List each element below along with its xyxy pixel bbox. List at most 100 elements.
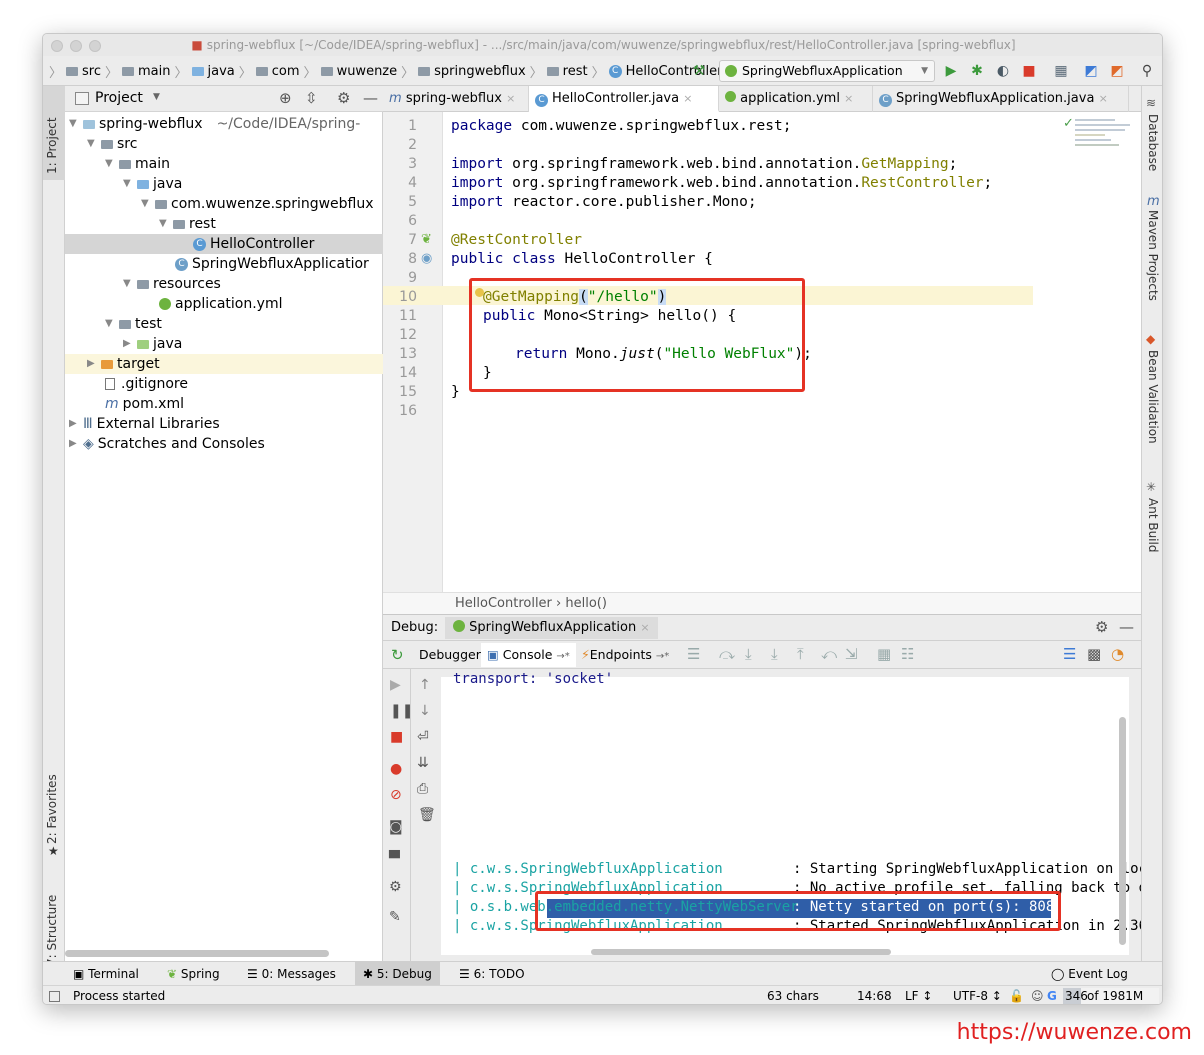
trace-icon[interactable]: ☷ — [901, 645, 914, 663]
minimize-window-button[interactable] — [70, 40, 82, 52]
force-step-into-icon[interactable]: ⤓ — [771, 645, 778, 663]
close-window-button[interactable] — [51, 40, 63, 52]
tab-debug[interactable]: ✱ 5: Debug — [355, 962, 440, 986]
close-tab-icon[interactable]: × — [683, 92, 692, 105]
run-config-select[interactable]: SpringWebfluxApplication ▼ — [719, 60, 935, 82]
close-tab-icon[interactable]: × — [1099, 92, 1108, 105]
layout-icon[interactable]: ☰ — [1063, 645, 1076, 663]
tab-todo[interactable]: ☰ 6: TODO — [459, 962, 525, 986]
pause-icon[interactable]: ❚❚ — [390, 703, 413, 719]
event-log-button[interactable]: ◯ Event Log — [1051, 962, 1128, 986]
tab-spring[interactable]: ❦ Spring — [167, 962, 220, 986]
code-editor[interactable]: ✓ package com.wuwenze.springwebflux.rest… — [443, 112, 1141, 592]
scroll-to-end-icon[interactable]: ⇊ — [417, 755, 429, 771]
stop-icon[interactable]: ■ — [390, 729, 403, 745]
clear-all-icon[interactable]: 🗑 — [418, 807, 436, 823]
expand-arrow-icon[interactable]: ▼ — [141, 194, 155, 214]
favorites-tool-label[interactable]: 2: Favorites — [45, 774, 59, 844]
tree-item-package[interactable]: ▼ com.wuwenze.springwebflux — [141, 194, 374, 214]
frames-icon[interactable]: ☰ — [687, 645, 700, 663]
gear-icon[interactable]: ⚙ — [337, 89, 350, 107]
tree-item-target[interactable]: ▶ target — [87, 354, 160, 374]
collapse-arrow-icon[interactable]: ▶ — [69, 434, 83, 454]
tab-endpoints[interactable]: ⚡Endpoints →* — [581, 647, 669, 662]
zoom-window-button[interactable] — [89, 40, 101, 52]
minimap[interactable] — [1075, 116, 1135, 160]
crumb-hellocontroller[interactable]: HelloController — [626, 64, 723, 79]
run-icon[interactable]: ▶ — [943, 63, 959, 79]
build-hammer-icon[interactable]: ⚒ — [691, 63, 707, 79]
mute-breakpoints-icon[interactable]: ⊘ — [390, 787, 402, 803]
project-view-select[interactable]: Project — [95, 90, 143, 106]
tree-item-scratches[interactable]: ▶ ◈ Scratches and Consoles — [69, 434, 265, 454]
expand-arrow-icon[interactable]: ▼ — [123, 174, 137, 194]
crumb-springwebflux[interactable]: springwebflux — [434, 64, 525, 79]
collapse-arrow-icon[interactable]: ▶ — [87, 354, 101, 374]
tree-item-external-libraries[interactable]: ▶ Ⅲ External Libraries — [69, 414, 220, 434]
locate-icon[interactable]: ⊕ — [279, 89, 292, 107]
memory-icon[interactable]: ◔ — [1111, 645, 1124, 663]
close-tab-icon[interactable]: × — [640, 621, 649, 634]
tab-messages[interactable]: ☰ 0: Messages — [247, 962, 336, 986]
tree-item-main[interactable]: ▼ main — [105, 154, 170, 174]
restore-layout-icon[interactable]: ▩ — [1087, 645, 1101, 663]
project-tool-label[interactable]: 1: Project — [45, 117, 59, 174]
expand-arrow-icon[interactable]: ▼ — [69, 114, 83, 134]
chevron-down-icon[interactable]: ▼ — [153, 92, 160, 102]
plugin-icon[interactable]: ◩ — [1109, 63, 1125, 79]
rerun-icon[interactable]: ↻ — [391, 646, 404, 664]
tree-item-pom[interactable]: m pom.xml — [105, 394, 184, 414]
resume-icon[interactable]: ▶ — [390, 677, 401, 693]
spring-bean-gutter-icon[interactable]: ◉ — [421, 251, 432, 266]
layout-icon[interactable]: ▀ — [389, 851, 400, 867]
maven-tool-label[interactable]: Maven Projects — [1146, 210, 1160, 301]
step-into-icon[interactable]: ⤓ — [745, 645, 752, 663]
horizontal-scrollbar[interactable] — [591, 949, 891, 955]
expand-arrow-icon[interactable]: ▼ — [87, 134, 101, 154]
view-breakpoints-icon[interactable]: ● — [390, 761, 402, 777]
collapse-all-icon[interactable]: ⇳ — [305, 89, 318, 107]
google-icon[interactable]: G — [1047, 986, 1057, 1004]
tab-application-yml[interactable]: application.yml × — [719, 86, 873, 112]
tree-item-project-root[interactable]: ▼ spring-webflux ~/Code/IDEA/spring- — [69, 114, 360, 134]
drop-frame-icon[interactable]: ⤺ — [821, 645, 837, 663]
tab-spring-webflux[interactable]: m spring-webflux × — [383, 86, 529, 112]
run-to-cursor-icon[interactable]: ⇲ — [845, 645, 858, 663]
expand-arrow-icon[interactable]: ▼ — [105, 314, 119, 334]
close-tab-icon[interactable]: × — [506, 92, 515, 105]
structure-tool-label[interactable]: 7: Structure — [45, 895, 59, 966]
crumb-src[interactable]: src — [82, 64, 101, 79]
pin-icon[interactable]: ✎ — [389, 909, 401, 925]
camera-icon[interactable]: ◙ — [389, 819, 403, 835]
crumb-wuwenze[interactable]: wuwenze — [337, 64, 398, 79]
soft-wrap-icon[interactable]: ⏎ — [417, 729, 429, 745]
hide-icon[interactable]: — — [363, 89, 378, 107]
hide-icon[interactable]: — — [1119, 618, 1134, 636]
search-icon[interactable]: ⚲ — [1139, 63, 1155, 79]
console-output[interactable]: transport: 'socket' | c.w.s.SpringWebflu… — [441, 671, 1147, 955]
memory-indicator[interactable]: 346 of 1981M — [1063, 988, 1159, 1004]
tab-springwebfluxapplication[interactable]: C SpringWebfluxApplication.java × — [873, 86, 1129, 112]
collapse-arrow-icon[interactable]: ▶ — [69, 414, 83, 434]
crumb-com[interactable]: com — [272, 64, 300, 79]
inspector-icon[interactable]: ☺ — [1031, 986, 1044, 1004]
expand-arrow-icon[interactable]: ▼ — [159, 214, 173, 234]
close-tab-icon[interactable]: × — [844, 92, 853, 105]
tab-hellocontroller[interactable]: C HelloController.java × — [529, 86, 719, 112]
project-structure-icon[interactable]: ▦ — [1053, 63, 1069, 79]
step-out-icon[interactable]: ⤒ — [797, 645, 804, 663]
tree-item-src[interactable]: ▼ src — [87, 134, 137, 154]
gear-icon[interactable]: ⚙ — [1095, 618, 1108, 636]
ant-build-tool-label[interactable]: Ant Build — [1146, 498, 1160, 552]
tree-item-resources[interactable]: ▼ resources — [123, 274, 221, 294]
debug-icon[interactable]: ✱ — [969, 63, 985, 79]
crumb-java[interactable]: java — [208, 64, 235, 79]
tree-item-gitignore[interactable]: .gitignore — [105, 374, 188, 394]
step-over-icon[interactable]: ⤼ — [719, 645, 735, 663]
up-arrow-icon[interactable]: ↑ — [419, 677, 431, 693]
translate-icon[interactable]: ◩ — [1083, 63, 1099, 79]
tree-item-test-java[interactable]: ▶ java — [123, 334, 182, 354]
file-encoding[interactable]: UTF-8 ↕ — [953, 986, 1002, 1004]
print-icon[interactable]: ⎙ — [417, 781, 428, 797]
bean-validation-tool-label[interactable]: Bean Validation — [1146, 350, 1160, 444]
